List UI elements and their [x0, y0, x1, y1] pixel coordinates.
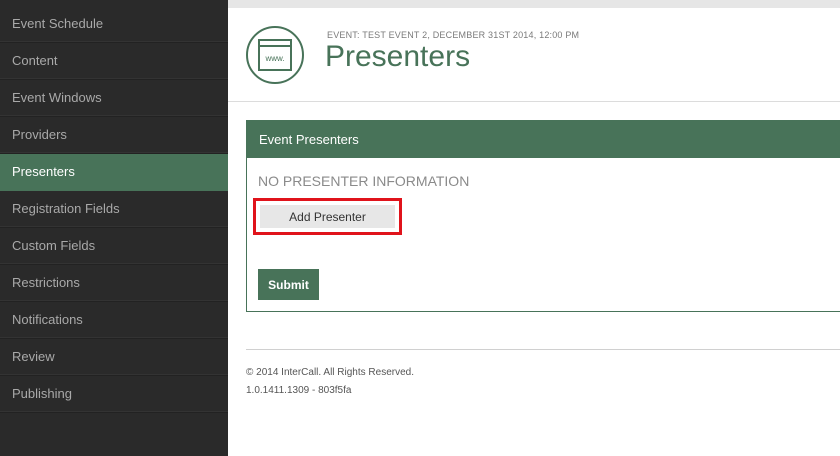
event-info: EVENT: TEST EVENT 2, DECEMBER 31ST 2014,… [327, 30, 580, 40]
sidebar-item-restrictions[interactable]: Restrictions [0, 265, 228, 302]
sidebar-item-registration-fields[interactable]: Registration Fields [0, 191, 228, 228]
sidebar-item-publishing[interactable]: Publishing [0, 376, 228, 413]
top-bar [228, 0, 840, 8]
sidebar: Event Schedule Content Event Windows Pro… [0, 0, 228, 456]
highlight-box: Add Presenter [253, 198, 402, 235]
sidebar-item-providers[interactable]: Providers [0, 117, 228, 154]
event-presenters-panel: Event Presenters NO PRESENTER INFORMATIO… [246, 120, 840, 312]
sidebar-item-event-windows[interactable]: Event Windows [0, 80, 228, 117]
browser-window-icon: www. [246, 26, 304, 84]
browser-icon-text: www. [264, 54, 284, 63]
copyright-text: © 2014 InterCall. All Rights Reserved. [246, 367, 415, 378]
empty-message: NO PRESENTER INFORMATION [258, 173, 470, 189]
sidebar-item-content[interactable]: Content [0, 43, 228, 80]
sidebar-item-presenters[interactable]: Presenters [0, 154, 228, 191]
page-title: Presenters [325, 40, 471, 73]
sidebar-item-review[interactable]: Review [0, 339, 228, 376]
sidebar-item-event-schedule[interactable]: Event Schedule [0, 6, 228, 43]
footer-divider [246, 349, 840, 350]
sidebar-nav: Event Schedule Content Event Windows Pro… [0, 6, 228, 413]
page-header: www. EVENT: TEST EVENT 2, DECEMBER 31ST … [228, 8, 840, 102]
submit-button[interactable]: Submit [258, 269, 319, 300]
main-content: www. EVENT: TEST EVENT 2, DECEMBER 31ST … [228, 0, 840, 456]
add-presenter-button[interactable]: Add Presenter [260, 205, 395, 228]
version-text: 1.0.1411.1309 - 803f5fa [246, 385, 352, 396]
sidebar-item-custom-fields[interactable]: Custom Fields [0, 228, 228, 265]
panel-title: Event Presenters [247, 121, 840, 158]
sidebar-item-notifications[interactable]: Notifications [0, 302, 228, 339]
